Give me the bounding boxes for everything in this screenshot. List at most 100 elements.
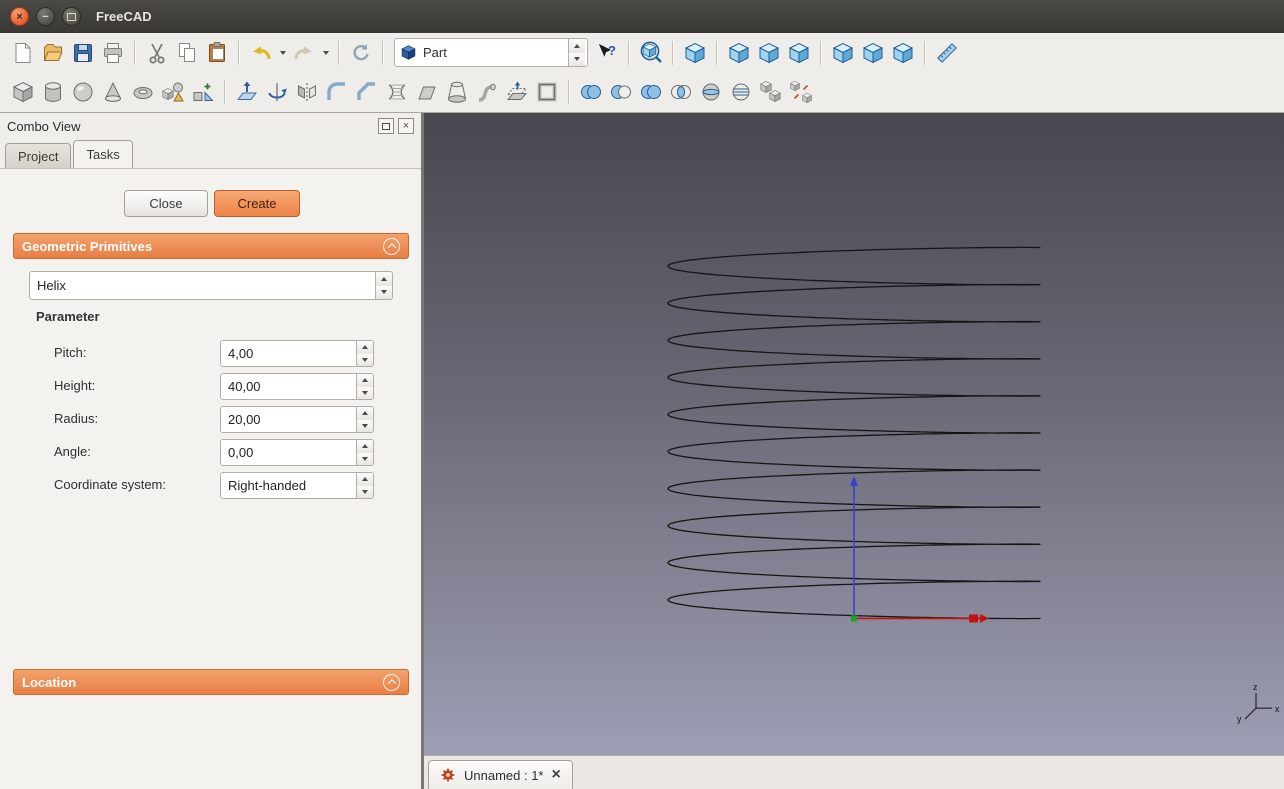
sweep-button[interactable] bbox=[472, 77, 502, 107]
axonometric-view-button[interactable] bbox=[680, 38, 710, 68]
extrude-button[interactable] bbox=[232, 77, 262, 107]
collapse-section-icon[interactable] bbox=[383, 674, 400, 691]
height-spin-arrows[interactable] bbox=[356, 374, 373, 399]
revolve-button[interactable] bbox=[262, 77, 292, 107]
sweep-icon bbox=[475, 80, 499, 104]
origin-point bbox=[851, 615, 857, 621]
top-view-button[interactable] bbox=[754, 38, 784, 68]
box-button[interactable] bbox=[8, 77, 38, 107]
redo-button[interactable] bbox=[289, 38, 319, 68]
geometric-primitives-title: Geometric Primitives bbox=[22, 239, 152, 254]
main-area: Combo View Project Tasks Close Create Ge… bbox=[0, 113, 1284, 789]
whats-this-button[interactable] bbox=[592, 38, 622, 68]
torus-button[interactable] bbox=[128, 77, 158, 107]
union-button[interactable] bbox=[636, 77, 666, 107]
left-view-icon bbox=[891, 41, 915, 65]
close-panel-icon[interactable] bbox=[398, 118, 414, 134]
radius-spinbox[interactable]: 20,00 bbox=[220, 406, 374, 433]
document-tab-close-icon[interactable] bbox=[552, 767, 561, 783]
fit-all-button[interactable] bbox=[636, 38, 666, 68]
angle-value[interactable]: 0,00 bbox=[221, 440, 356, 465]
workbench-selector[interactable]: Part bbox=[394, 38, 588, 67]
sphere-button[interactable] bbox=[68, 77, 98, 107]
window-title: FreeCAD bbox=[96, 9, 152, 24]
cone-button[interactable] bbox=[98, 77, 128, 107]
bottom-view-button[interactable] bbox=[858, 38, 888, 68]
document-tab[interactable]: Unnamed : 1* bbox=[428, 760, 573, 789]
cut-boolean-button[interactable] bbox=[606, 77, 636, 107]
shape-builder-button[interactable] bbox=[188, 77, 218, 107]
cut-button[interactable] bbox=[142, 38, 172, 68]
save-button[interactable] bbox=[68, 38, 98, 68]
3d-view[interactable]: z x y bbox=[424, 113, 1284, 755]
boolean-icon bbox=[579, 80, 603, 104]
explode-compound-button[interactable] bbox=[786, 77, 816, 107]
cylinder-button[interactable] bbox=[38, 77, 68, 107]
measure-distance-button[interactable] bbox=[932, 38, 962, 68]
right-view-button[interactable] bbox=[784, 38, 814, 68]
window-close-button[interactable] bbox=[10, 7, 29, 26]
ruled-surface-button[interactable] bbox=[382, 77, 412, 107]
height-label: Height: bbox=[54, 373, 95, 398]
window-minimize-button[interactable] bbox=[36, 7, 55, 26]
pitch-spinbox[interactable]: 4,00 bbox=[220, 340, 374, 367]
toolbar-separator bbox=[134, 41, 136, 65]
coordinate-system-select[interactable]: Right-handed bbox=[220, 472, 374, 499]
radius-value[interactable]: 20,00 bbox=[221, 407, 356, 432]
window-maximize-button[interactable] bbox=[62, 7, 81, 26]
collapse-section-icon[interactable] bbox=[383, 238, 400, 255]
section-button[interactable] bbox=[696, 77, 726, 107]
paste-button[interactable] bbox=[202, 38, 232, 68]
workbench-selector-arrows[interactable] bbox=[568, 39, 585, 66]
toolbar-separator bbox=[338, 41, 340, 65]
workbench-selector-value: Part bbox=[423, 45, 562, 60]
cross-sections-button[interactable] bbox=[726, 77, 756, 107]
close-button[interactable]: Close bbox=[124, 190, 208, 217]
rear-view-button[interactable] bbox=[828, 38, 858, 68]
refresh-icon bbox=[349, 41, 373, 65]
cut-boolean-icon bbox=[609, 80, 633, 104]
primitive-type-arrows[interactable] bbox=[375, 272, 392, 299]
offset-button[interactable] bbox=[502, 77, 532, 107]
boolean-button[interactable] bbox=[576, 77, 606, 107]
angle-spin-arrows[interactable] bbox=[356, 440, 373, 465]
left-view-button[interactable] bbox=[888, 38, 918, 68]
nav-axis-z-label: z bbox=[1253, 682, 1258, 692]
tab-project[interactable]: Project bbox=[5, 143, 71, 168]
chamfer-button[interactable] bbox=[352, 77, 382, 107]
thickness-icon bbox=[535, 80, 559, 104]
tab-tasks[interactable]: Tasks bbox=[73, 140, 132, 168]
pitch-spin-arrows[interactable] bbox=[356, 341, 373, 366]
refresh-button[interactable] bbox=[346, 38, 376, 68]
print-button[interactable] bbox=[98, 38, 128, 68]
front-view-button[interactable] bbox=[724, 38, 754, 68]
pitch-value[interactable]: 4,00 bbox=[221, 341, 356, 366]
coordinate-system-arrows[interactable] bbox=[356, 473, 373, 498]
undo-button[interactable] bbox=[246, 38, 276, 68]
height-spinbox[interactable]: 40,00 bbox=[220, 373, 374, 400]
location-section-header[interactable]: Location bbox=[13, 669, 409, 695]
primitives-button[interactable] bbox=[158, 77, 188, 107]
document-tab-label: Unnamed : 1* bbox=[464, 768, 544, 783]
redo-history-dropdown[interactable] bbox=[319, 39, 332, 67]
height-value[interactable]: 40,00 bbox=[221, 374, 356, 399]
float-panel-icon[interactable] bbox=[378, 118, 394, 134]
chevron-down-icon bbox=[323, 51, 329, 55]
angle-spinbox[interactable]: 0,00 bbox=[220, 439, 374, 466]
loft-button[interactable] bbox=[442, 77, 472, 107]
geometric-primitives-section-header[interactable]: Geometric Primitives bbox=[13, 233, 409, 259]
create-button[interactable]: Create bbox=[214, 190, 300, 217]
undo-history-dropdown[interactable] bbox=[276, 39, 289, 67]
fillet-button[interactable] bbox=[322, 77, 352, 107]
primitive-type-select[interactable]: Helix bbox=[29, 271, 393, 300]
open-button[interactable] bbox=[38, 38, 68, 68]
thickness-button[interactable] bbox=[532, 77, 562, 107]
intersection-button[interactable] bbox=[666, 77, 696, 107]
radius-spin-arrows[interactable] bbox=[356, 407, 373, 432]
compound-button[interactable] bbox=[756, 77, 786, 107]
extrude-icon bbox=[235, 80, 259, 104]
make-face-button[interactable] bbox=[412, 77, 442, 107]
copy-button[interactable] bbox=[172, 38, 202, 68]
new-document-button[interactable] bbox=[8, 38, 38, 68]
mirror-button[interactable] bbox=[292, 77, 322, 107]
